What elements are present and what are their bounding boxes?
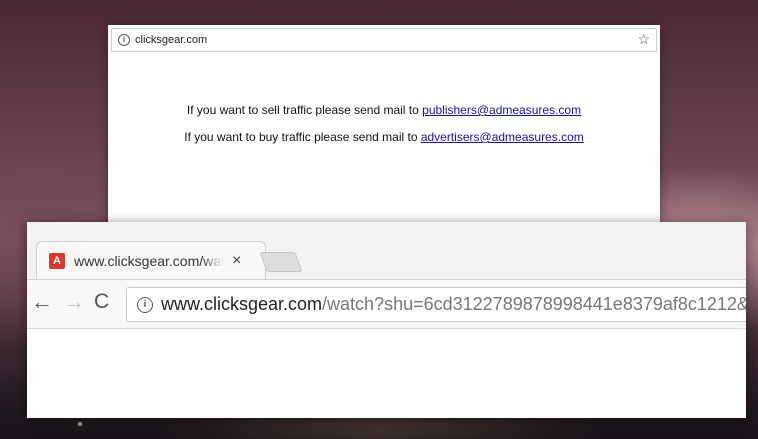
browser-toolbar: ← → C i www.clicksgear.com/watch?shu=6cd… <box>27 279 746 329</box>
adware-favicon-icon: A <box>49 253 65 269</box>
tab-strip: A www.clicksgear.com/watch?shu=6cd312 × <box>27 222 746 280</box>
new-tab-button[interactable] <box>259 252 303 272</box>
info-icon[interactable]: i <box>137 296 153 313</box>
omnibox[interactable]: i www.clicksgear.com/watch?shu=6cd312278… <box>126 287 746 322</box>
back-browser-window: i clicksgear.com ☆ If you want to sell t… <box>108 25 660 225</box>
active-tab[interactable]: A www.clicksgear.com/watch?shu=6cd312 × <box>36 241 266 280</box>
publishers-email-link[interactable]: publishers@admeasures.com <box>422 103 581 117</box>
back-address-text[interactable]: clicksgear.com <box>135 34 207 46</box>
tab-title: www.clicksgear.com/watch?shu=6cd312 <box>74 253 224 269</box>
back-arrow-icon[interactable]: ← <box>31 291 53 313</box>
star-icon[interactable]: ☆ <box>637 31 650 48</box>
sell-traffic-text: If you want to sell traffic please send … <box>186 103 423 117</box>
front-browser-window: A www.clicksgear.com/watch?shu=6cd312 × … <box>27 222 746 418</box>
forward-arrow-icon[interactable]: → <box>63 291 85 313</box>
back-page-content: If you want to sell traffic please send … <box>108 103 660 157</box>
close-tab-icon[interactable]: × <box>232 252 241 270</box>
info-icon[interactable]: i <box>118 34 130 46</box>
url-host[interactable]: www.clicksgear.com <box>161 294 322 315</box>
sell-traffic-line: If you want to sell traffic please send … <box>108 103 660 117</box>
url-path[interactable]: /watch?shu=6cd3122789878998441e8379af8c1… <box>322 294 746 315</box>
buy-traffic-text: If you want to buy traffic please send m… <box>184 130 421 144</box>
buy-traffic-line: If you want to buy traffic please send m… <box>108 130 660 144</box>
advertisers-email-link[interactable]: advertisers@admeasures.com <box>421 130 584 144</box>
reload-icon[interactable]: C <box>94 291 109 313</box>
back-address-bar[interactable]: i clicksgear.com ☆ <box>111 28 657 52</box>
